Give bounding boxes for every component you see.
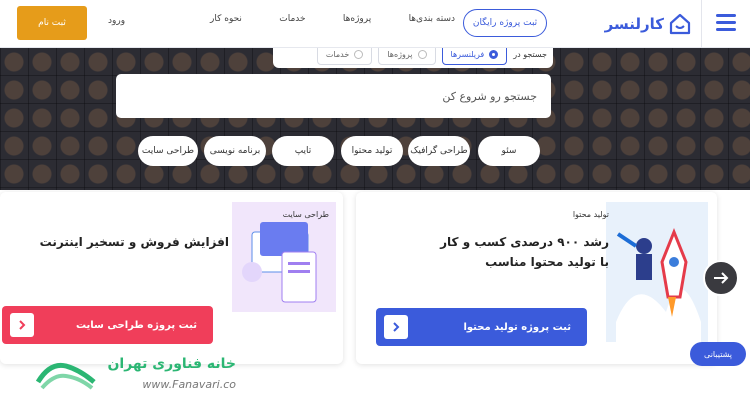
hero-section: جستجو در فریلنسرها پروژه‌ها خدمات جستجو … [0,48,750,190]
chevron-right-icon [10,313,34,337]
site-header: کارلنسر ثبت پروژه رایگان دسته بندی‌ها پر… [0,0,750,48]
tag-graphic-design[interactable]: طراحی گرافیک [408,136,470,166]
main-nav: دسته بندی‌ها پروژه‌ها خدمات نحوه کار [210,14,455,30]
popular-tags: سئو طراحی گرافیک تولید محتوا تایپ برنامه… [138,136,540,166]
tag-content[interactable]: تولید محتوا [341,136,403,166]
card-title: افزایش فروش و تسخیر اینترنت [39,235,229,249]
hero-photo-overlay [0,48,750,190]
button-label: ثبت پروژه طراحی سایت [75,319,197,331]
tag-typing[interactable]: تایپ [272,136,334,166]
radio-services[interactable]: خدمات [316,48,373,65]
web-design-project-button[interactable]: ثبت پروژه طراحی سایت [2,306,213,344]
promo-card-web-design: طراحی سایت افزایش فروش و تسخیر اینترنت ث… [0,192,343,364]
button-label: ثبت پروژه تولید محتوا [463,321,571,333]
watermark-url: www.Fanavari.co [142,378,236,391]
promo-card-content: تولید محتوا رشد ۹۰۰ درصدی کسب و کار با ت… [356,192,717,364]
watermark-roof-icon [36,362,96,390]
signup-button[interactable]: ثبت نام [17,6,87,40]
radio-label: پروژه‌ها [387,49,413,59]
header-divider [701,0,702,48]
login-link[interactable]: ورود [108,16,125,26]
nav-projects[interactable]: پروژه‌ها [343,14,371,30]
tag-programming[interactable]: برنامه نویسی [204,136,266,166]
content-project-button[interactable]: ثبت پروژه تولید محتوا [376,308,587,346]
radio-label: خدمات [325,49,350,59]
search-in-label: جستجو در [513,49,547,59]
card-category: تولید محتوا [572,210,609,219]
tag-seo[interactable]: سئو [478,136,540,166]
nav-services[interactable]: خدمات [279,14,305,30]
rocket-illustration [606,202,708,342]
menu-icon[interactable] [716,14,736,32]
card-category: طراحی سایت [282,210,329,219]
logo-house-icon [669,13,691,35]
carousel-next-arrow-icon[interactable] [703,260,739,296]
search-input[interactable]: جستجو رو شروع کن [116,74,551,118]
radio-projects[interactable]: پروژه‌ها [378,48,436,65]
nav-how-it-works[interactable]: نحوه کار [210,14,242,30]
nav-categories[interactable]: دسته بندی‌ها [409,14,455,30]
tag-web-design[interactable]: طراحی سایت [138,136,198,166]
chevron-right-icon [384,315,408,339]
card-title: رشد ۹۰۰ درصدی کسب و کار با تولید محتوا م… [440,235,609,269]
radio-label: فریلنسرها [450,49,485,59]
logo[interactable]: کارلنسر [600,9,692,39]
watermark-title: خانه فناوری تهران [107,356,236,372]
radio-dot-icon [354,49,364,59]
free-project-button[interactable]: ثبت پروژه رایگان [463,9,547,37]
radio-freelancers[interactable]: فریلنسرها [441,48,508,65]
search-scope-panel: جستجو در فریلنسرها پروژه‌ها خدمات [273,48,553,68]
radio-dot-icon [489,49,499,59]
support-button[interactable]: پشتیبانی [690,342,746,366]
radio-dot-icon [417,49,427,59]
watermark: خانه فناوری تهران www.Fanavari.co [36,356,236,408]
logo-text: کارلنسر [604,15,664,33]
